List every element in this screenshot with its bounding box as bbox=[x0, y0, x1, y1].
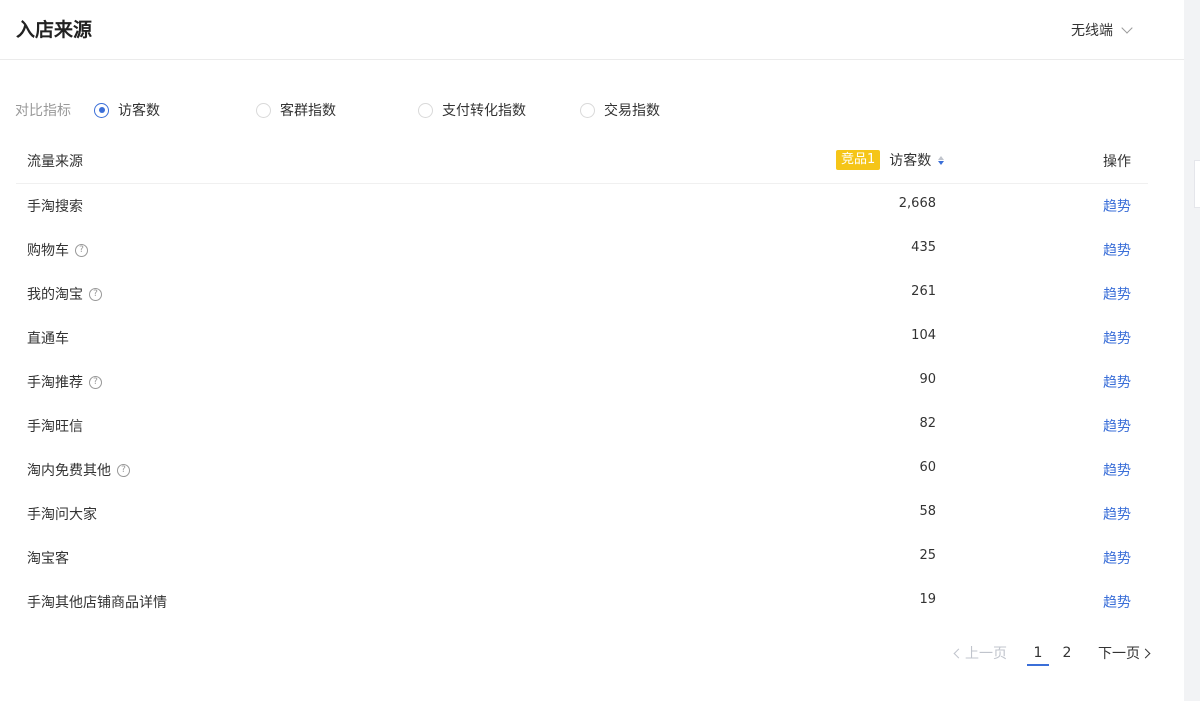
table-row: 手淘其他店铺商品详情 19 趋势 bbox=[16, 580, 1148, 624]
source-name: 淘宝客 bbox=[27, 551, 69, 567]
radio-label: 访客数 bbox=[118, 103, 160, 119]
table-row: 手淘问大家 58 趋势 bbox=[16, 492, 1148, 536]
trend-link[interactable]: 趋势 bbox=[1103, 196, 1131, 216]
pagination: 上一页 1 2 下一页 bbox=[952, 641, 1151, 666]
trend-link[interactable]: 趋势 bbox=[1103, 328, 1131, 348]
cell-source: 手淘旺信 bbox=[27, 416, 83, 436]
table-row: 直通车 104 趋势 bbox=[16, 316, 1148, 360]
radio-visitors[interactable]: 访客数 bbox=[94, 100, 256, 120]
device-select-label: 无线端 bbox=[1071, 23, 1113, 39]
traffic-source-table: 流量来源 竞品1 访客数 操作 手淘搜索 2,668 趋势 购物车? 435 趋势 我的淘宝… bbox=[16, 140, 1148, 624]
source-name: 手淘其他店铺商品详情 bbox=[27, 595, 167, 611]
table-row: 淘宝客 25 趋势 bbox=[16, 536, 1148, 580]
radio-label: 交易指数 bbox=[604, 103, 660, 119]
table-row: 手淘搜索 2,668 趋势 bbox=[16, 184, 1148, 228]
metric-selector-label: 对比指标 bbox=[15, 103, 71, 119]
col-header-metric[interactable]: 竞品1 访客数 bbox=[836, 150, 945, 170]
source-name: 手淘推荐 bbox=[27, 375, 83, 391]
cell-visitors: 25 bbox=[919, 548, 936, 563]
trend-link[interactable]: 趋势 bbox=[1103, 416, 1131, 436]
source-name: 手淘搜索 bbox=[27, 199, 83, 215]
page-2-button[interactable]: 2 bbox=[1058, 645, 1076, 661]
chevron-left-icon bbox=[953, 648, 964, 658]
trend-link[interactable]: 趋势 bbox=[1103, 592, 1131, 612]
cell-source: 手淘推荐? bbox=[27, 372, 102, 392]
source-name: 手淘问大家 bbox=[27, 507, 97, 523]
cell-source: 我的淘宝? bbox=[27, 284, 102, 304]
metric-selector: 对比指标 访客数 客群指数 支付转化指数 交易指数 bbox=[15, 98, 660, 122]
cell-source: 购物车? bbox=[27, 240, 88, 260]
cell-source: 手淘搜索 bbox=[27, 196, 83, 216]
cell-visitors: 90 bbox=[919, 372, 936, 387]
table-row: 购物车? 435 趋势 bbox=[16, 228, 1148, 272]
help-icon[interactable]: ? bbox=[89, 287, 102, 301]
trend-link[interactable]: 趋势 bbox=[1103, 460, 1131, 480]
panel-header: 入店来源 无线端 bbox=[0, 0, 1184, 60]
cell-visitors: 261 bbox=[911, 284, 936, 299]
help-icon[interactable]: ? bbox=[117, 463, 130, 477]
trend-link[interactable]: 趋势 bbox=[1103, 372, 1131, 392]
col-header-source: 流量来源 bbox=[27, 154, 83, 170]
cell-source: 淘宝客 bbox=[27, 548, 69, 568]
cell-visitors: 19 bbox=[919, 592, 936, 607]
source-name: 购物车 bbox=[27, 243, 69, 259]
page-title: 入店来源 bbox=[16, 19, 93, 41]
cell-source: 直通车 bbox=[27, 328, 69, 348]
cell-visitors: 60 bbox=[919, 460, 936, 475]
trend-link[interactable]: 趋势 bbox=[1103, 284, 1131, 304]
side-tab[interactable] bbox=[1194, 160, 1200, 208]
table-row: 手淘推荐? 90 趋势 bbox=[16, 360, 1148, 404]
col-header-operation: 操作 bbox=[1103, 154, 1131, 170]
chevron-right-icon bbox=[1140, 648, 1151, 658]
source-name: 我的淘宝 bbox=[27, 287, 83, 303]
source-name: 直通车 bbox=[27, 331, 69, 347]
table-body: 手淘搜索 2,668 趋势 购物车? 435 趋势 我的淘宝? 261 趋势 直通车 104 趋势 手淘… bbox=[16, 184, 1148, 624]
source-name: 淘内免费其他 bbox=[27, 463, 111, 479]
radio-icon[interactable] bbox=[256, 102, 271, 118]
radio-label: 支付转化指数 bbox=[442, 103, 526, 119]
trend-link[interactable]: 趋势 bbox=[1103, 548, 1131, 568]
cell-visitors: 2,668 bbox=[898, 196, 936, 211]
col-header-metric-label: 访客数 bbox=[889, 153, 932, 169]
chevron-down-icon bbox=[1121, 22, 1133, 34]
table-row: 淘内免费其他? 60 趋势 bbox=[16, 448, 1148, 492]
source-name: 手淘旺信 bbox=[27, 419, 83, 435]
cell-source: 手淘其他店铺商品详情 bbox=[27, 592, 167, 612]
cell-visitors: 82 bbox=[919, 416, 936, 431]
radio-label: 客群指数 bbox=[280, 103, 336, 119]
competitor-badge: 竞品1 bbox=[836, 150, 881, 170]
help-icon[interactable]: ? bbox=[75, 243, 88, 257]
table-row: 手淘旺信 82 趋势 bbox=[16, 404, 1148, 448]
device-select[interactable]: 无线端 bbox=[1071, 20, 1133, 40]
cell-visitors: 104 bbox=[911, 328, 936, 343]
radio-icon[interactable] bbox=[418, 102, 433, 118]
page-background bbox=[1184, 0, 1200, 701]
cell-visitors: 435 bbox=[911, 240, 936, 255]
trend-link[interactable]: 趋势 bbox=[1103, 240, 1131, 260]
table-row: 我的淘宝? 261 趋势 bbox=[16, 272, 1148, 316]
cell-visitors: 58 bbox=[919, 504, 936, 519]
help-icon[interactable]: ? bbox=[89, 375, 102, 389]
page-1-button[interactable]: 1 bbox=[1027, 645, 1049, 666]
next-page-button[interactable]: 下一页 bbox=[1098, 643, 1151, 663]
sort-icon[interactable] bbox=[938, 155, 945, 165]
trend-link[interactable]: 趋势 bbox=[1103, 504, 1131, 524]
radio-checked-icon[interactable] bbox=[94, 102, 109, 118]
radio-icon[interactable] bbox=[580, 102, 595, 118]
prev-page-label: 上一页 bbox=[965, 646, 1007, 662]
radio-customer-index[interactable]: 客群指数 bbox=[256, 100, 418, 120]
prev-page-button[interactable]: 上一页 bbox=[952, 643, 1007, 663]
radio-pay-conversion-index[interactable]: 支付转化指数 bbox=[418, 100, 580, 120]
table-header: 流量来源 竞品1 访客数 操作 bbox=[16, 140, 1148, 184]
content-panel: 入店来源 无线端 对比指标 访客数 客群指数 支付转化指数 交易指数 流量来源 … bbox=[0, 0, 1184, 701]
radio-trade-index[interactable]: 交易指数 bbox=[580, 100, 660, 120]
cell-source: 淘内免费其他? bbox=[27, 460, 130, 480]
next-page-label: 下一页 bbox=[1098, 646, 1140, 662]
cell-source: 手淘问大家 bbox=[27, 504, 97, 524]
